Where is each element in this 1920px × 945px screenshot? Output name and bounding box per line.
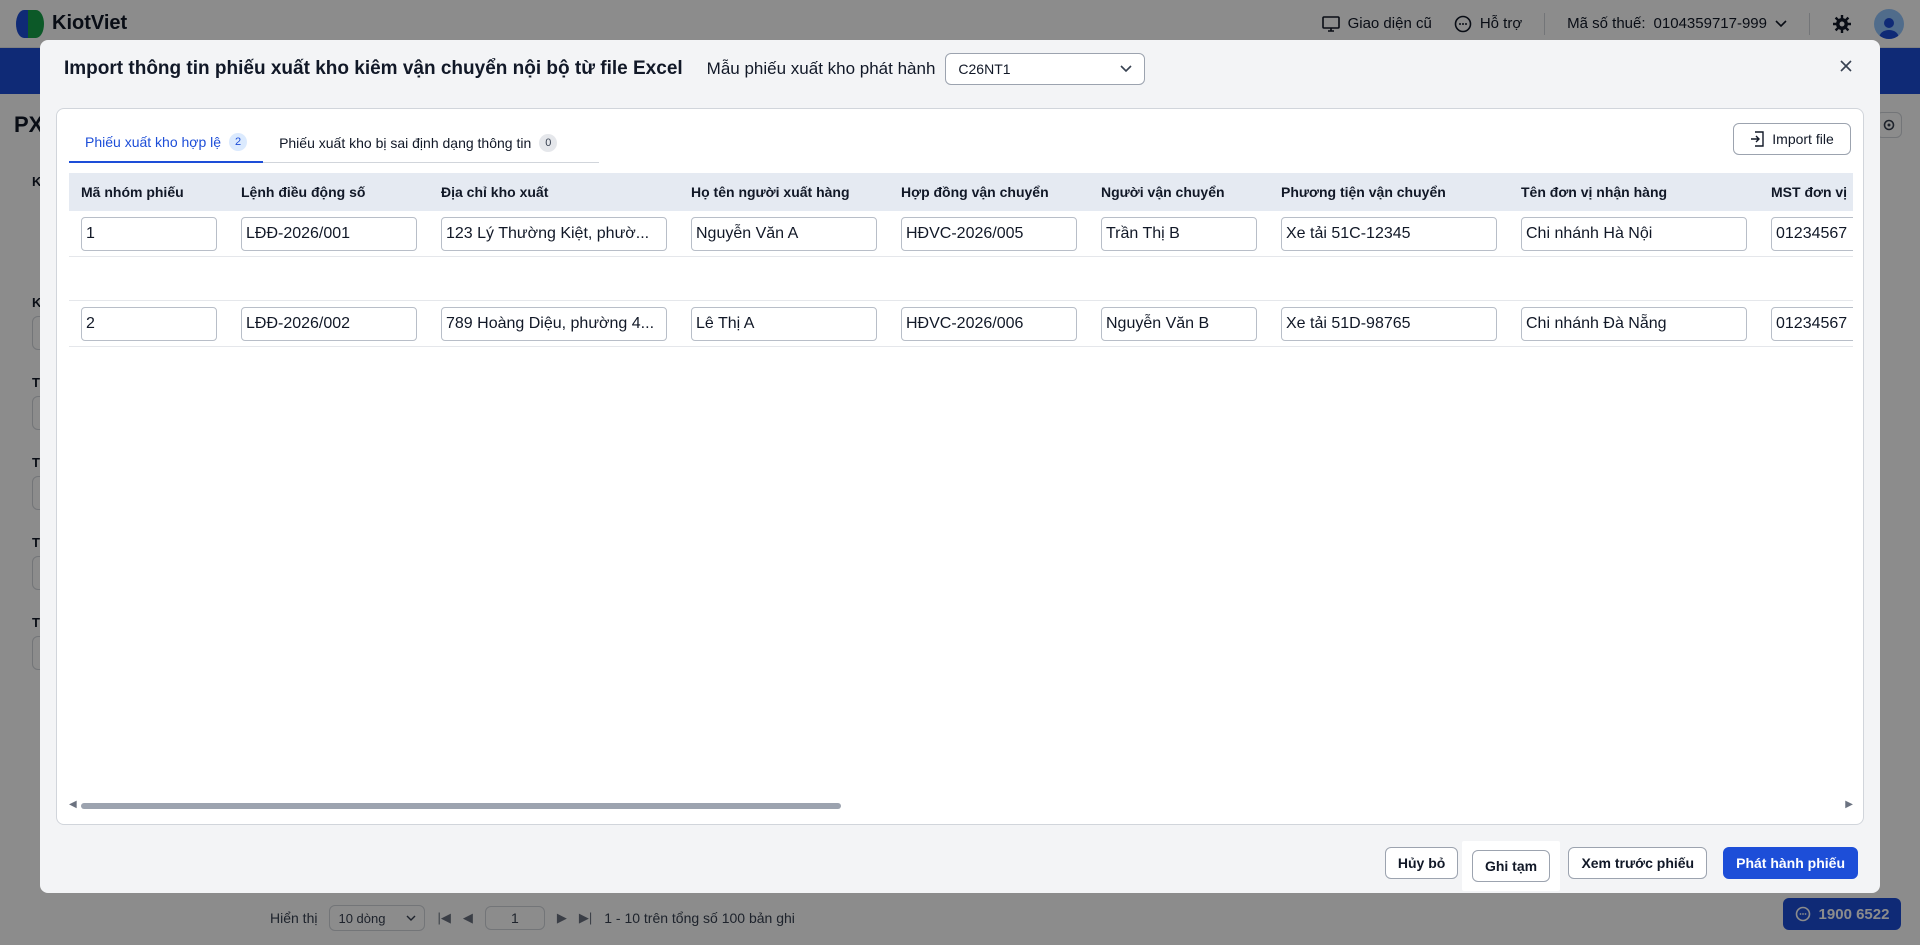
column-header: Tên đơn vị nhận hàng <box>1521 184 1668 200</box>
group-code-field[interactable]: 1 <box>81 217 217 251</box>
column-header: Mã nhóm phiếu <box>81 184 184 200</box>
receiver-unit-field[interactable]: Chi nhánh Đà Nẵng <box>1521 307 1747 341</box>
dispatch-order-field[interactable]: LĐĐ-2026/001 <box>241 217 417 251</box>
column-header: Người vận chuyển <box>1101 184 1225 200</box>
table-row: 2 LĐĐ-2026/002 789 Hoàng Diệu, phường 4.… <box>69 301 1853 347</box>
tab-bar: Phiếu xuất kho hợp lệ 2 Phiếu xuất kho b… <box>69 123 599 163</box>
chevron-down-icon <box>1120 65 1132 73</box>
warehouse-address-field[interactable]: 123 Lý Thường Kiệt, phườ... <box>441 217 667 251</box>
save-draft-highlight: Ghi tạm <box>1462 841 1560 891</box>
issue-button[interactable]: Phát hành phiếu <box>1723 847 1858 879</box>
carrier-field[interactable]: Trần Thị B <box>1101 217 1257 251</box>
receiver-unit-field[interactable]: Chi nhánh Hà Nội <box>1521 217 1747 251</box>
scrollbar-thumb[interactable] <box>81 803 841 809</box>
close-icon <box>1840 60 1852 72</box>
column-header: Phương tiện vận chuyển <box>1281 184 1446 200</box>
tab-label: Phiếu xuất kho bị sai định dạng thông ti… <box>279 135 532 151</box>
column-header: Hợp đồng vận chuyển <box>901 184 1049 200</box>
column-header: MST đơn vị <box>1771 184 1848 200</box>
modal-header: Import thông tin phiếu xuất kho kiêm vận… <box>40 40 1880 98</box>
template-value: C26NT1 <box>958 61 1011 77</box>
tab-label: Phiếu xuất kho hợp lệ <box>85 134 222 150</box>
column-header: Lệnh điều động số <box>241 184 366 200</box>
tab-invalid-slips[interactable]: Phiếu xuất kho bị sai định dạng thông ti… <box>263 123 573 163</box>
count-badge: 2 <box>229 133 248 151</box>
receiver-tax-code-field[interactable]: 01234567 <box>1771 217 1853 251</box>
cancel-button[interactable]: Hủy bỏ <box>1384 847 1459 879</box>
import-modal: Import thông tin phiếu xuất kho kiêm vận… <box>40 40 1880 893</box>
exporter-name-field[interactable]: Lê Thị A <box>691 307 877 341</box>
tab-valid-slips[interactable]: Phiếu xuất kho hợp lệ 2 <box>69 123 264 163</box>
close-button[interactable] <box>1834 54 1858 78</box>
import-file-button[interactable]: Import file <box>1733 123 1851 155</box>
modal-footer: Hủy bỏ Ghi tạm Xem trước phiếu Phát hành… <box>1384 847 1858 879</box>
transport-contract-field[interactable]: HĐVC-2026/006 <box>901 307 1077 341</box>
dispatch-order-field[interactable]: LĐĐ-2026/002 <box>241 307 417 341</box>
scroll-right-arrow[interactable]: ▶ <box>1845 799 1853 810</box>
group-code-field[interactable]: 2 <box>81 307 217 341</box>
horizontal-scrollbar[interactable]: ◀ ▶ <box>69 799 1853 810</box>
scroll-left-arrow[interactable]: ◀ <box>69 799 77 810</box>
save-draft-button[interactable]: Ghi tạm <box>1471 850 1551 882</box>
receiver-tax-code-field[interactable]: 01234567 <box>1771 307 1853 341</box>
modal-title: Import thông tin phiếu xuất kho kiêm vận… <box>64 58 683 79</box>
carrier-field[interactable]: Nguyễn Văn B <box>1101 307 1257 341</box>
template-label: Mẫu phiếu xuất kho phát hành <box>706 59 936 78</box>
import-panel: Phiếu xuất kho hợp lệ 2 Phiếu xuất kho b… <box>56 108 1864 825</box>
count-badge: 0 <box>539 134 558 152</box>
transport-contract-field[interactable]: HĐVC-2026/005 <box>901 217 1077 251</box>
vehicle-field[interactable]: Xe tải 51D-98765 <box>1281 307 1497 341</box>
table-row-spacer <box>69 257 1853 301</box>
data-table: Mã nhóm phiếu Lệnh điều động số Địa chỉ … <box>69 173 1853 793</box>
warehouse-address-field[interactable]: 789 Hoàng Diệu, phường 4... <box>441 307 667 341</box>
import-file-label: Import file <box>1772 131 1834 147</box>
file-import-icon <box>1751 131 1764 147</box>
table-row: 1 LĐĐ-2026/001 123 Lý Thường Kiệt, phườ.… <box>69 211 1853 257</box>
table-header: Mã nhóm phiếu Lệnh điều động số Địa chỉ … <box>69 173 1853 211</box>
template-select[interactable]: C26NT1 <box>945 53 1146 85</box>
preview-button[interactable]: Xem trước phiếu <box>1568 847 1708 879</box>
exporter-name-field[interactable]: Nguyễn Văn A <box>691 217 877 251</box>
column-header: Họ tên người xuất hàng <box>691 184 850 200</box>
vehicle-field[interactable]: Xe tải 51C-12345 <box>1281 217 1497 251</box>
column-header: Địa chỉ kho xuất <box>441 184 549 200</box>
